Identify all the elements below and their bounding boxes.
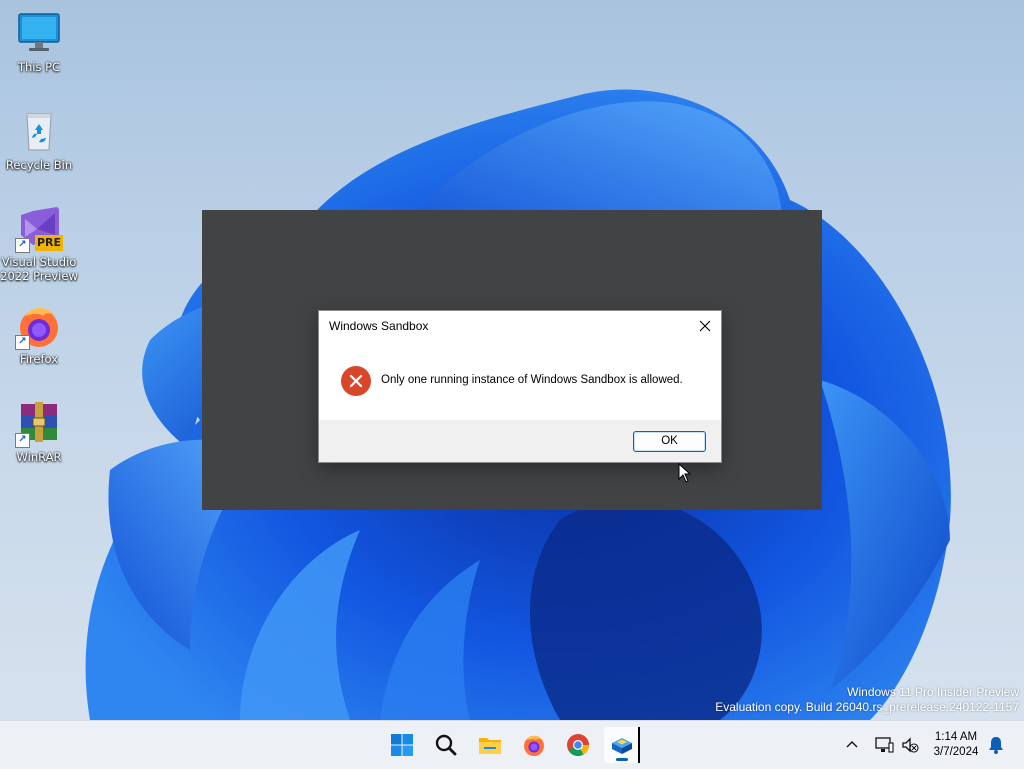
desktop-icon-label: Recycle Bin <box>5 158 73 172</box>
chrome-icon <box>567 734 589 756</box>
mouse-cursor-icon <box>678 463 692 483</box>
taskbar-firefox-button[interactable] <box>516 727 552 763</box>
close-icon <box>699 320 711 332</box>
taskbar: 1:14 AM 3/7/2024 <box>0 720 1024 769</box>
evaluation-watermark: Windows 11 Pro Insider Preview Evaluatio… <box>715 685 1019 715</box>
shortcut-arrow-icon: ↗ <box>15 335 30 350</box>
active-app-indicator <box>616 758 628 761</box>
clock[interactable]: 1:14 AM 3/7/2024 <box>924 730 988 760</box>
dialog-message: Only one running instance of Windows San… <box>381 374 683 386</box>
preview-badge: PRE <box>37 236 62 249</box>
file-explorer-icon <box>479 738 501 754</box>
sandbox-icon <box>612 738 632 754</box>
recycle-bin-icon <box>15 108 63 156</box>
desktop-icon-recycle-bin[interactable]: Recycle Bin <box>0 108 78 172</box>
shortcut-arrow-icon: ↗ <box>15 238 30 253</box>
dialog-titlebar[interactable]: Windows Sandbox <box>319 311 721 341</box>
desktop-icon-label: Firefox <box>19 352 59 366</box>
desktop-icon-firefox[interactable]: ↗ Firefox <box>0 302 78 366</box>
firefox-icon <box>524 735 544 756</box>
dialog-footer: OK <box>319 420 721 462</box>
desktop-icon-winrar[interactable]: ↗ WinRAR <box>0 400 78 464</box>
desktop-icon-visual-studio[interactable]: PRE ↗ Visual Studio 2022 Preview <box>0 205 78 283</box>
desktop-icon-label: This PC <box>17 60 61 74</box>
taskbar-windows-sandbox-button[interactable] <box>604 727 640 763</box>
desktop-icon-label: WinRAR <box>16 450 62 464</box>
clock-date: 3/7/2024 <box>933 746 979 758</box>
visual-studio-icon: PRE ↗ <box>15 205 63 253</box>
desktop-icon-label: Visual Studio 2022 Preview <box>0 255 78 283</box>
watermark-line-1: Windows 11 Pro Insider Preview <box>847 685 1019 699</box>
notification-bell-icon[interactable] <box>986 735 1006 755</box>
volume-muted-icon[interactable] <box>900 735 920 755</box>
text-cursor-icon <box>638 727 643 763</box>
clock-time: 1:14 AM <box>934 731 978 743</box>
shortcut-arrow-icon: ↗ <box>15 433 30 448</box>
close-button[interactable] <box>689 311 721 341</box>
taskbar-file-explorer-button[interactable] <box>472 727 508 763</box>
show-hidden-icons-chevron-icon[interactable] <box>842 735 862 755</box>
error-icon <box>341 366 371 396</box>
error-dialog: Windows Sandbox Only one running instanc… <box>318 310 722 463</box>
desktop: This PC Recycle Bin PRE ↗ Visual Studio … <box>0 0 1024 720</box>
taskbar-chrome-button[interactable] <box>560 727 596 763</box>
watermark-line-2: Evaluation copy. Build 26040.rs_prerelea… <box>715 700 1019 714</box>
windows-start-icon <box>391 734 413 756</box>
search-icon <box>435 734 457 756</box>
monitor-icon <box>15 10 63 58</box>
taskbar-search-button[interactable] <box>428 727 464 763</box>
dialog-body: Only one running instance of Windows San… <box>319 341 721 419</box>
ok-button[interactable]: OK <box>633 431 706 452</box>
desktop-icon-this-pc[interactable]: This PC <box>0 10 78 74</box>
winrar-icon: ↗ <box>15 400 63 448</box>
network-icon[interactable] <box>874 735 894 755</box>
taskbar-start-button[interactable] <box>384 727 420 763</box>
firefox-icon: ↗ <box>15 302 63 350</box>
dialog-title: Windows Sandbox <box>329 319 429 333</box>
